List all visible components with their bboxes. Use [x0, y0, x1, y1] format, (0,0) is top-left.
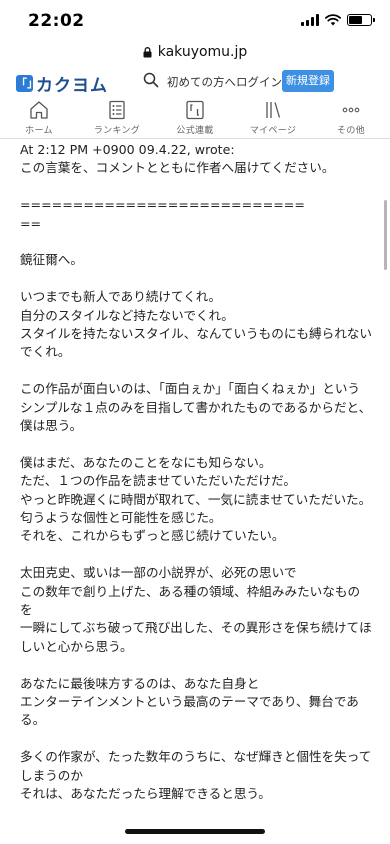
text-line: あなたに最後味方するのは、あなた自身と: [20, 675, 260, 691]
text-line: この作品が面白いのは、「面白ぇか」「面白くねぇか」という: [20, 381, 361, 397]
tab-mypage[interactable]: マイページ: [234, 98, 312, 138]
nav-tabs: ホーム ランキング 公式連載 マイページ その他: [0, 98, 390, 138]
text-line: [20, 178, 372, 196]
text-line: [20, 435, 372, 453]
status-time: 22:02: [28, 11, 85, 31]
text-line: ==: [20, 215, 42, 231]
tab-home-label: ホーム: [25, 126, 53, 136]
text-line: 匂うような個性と可能性を感じた。: [20, 510, 222, 526]
ranking-list-icon: [109, 100, 125, 120]
tab-home[interactable]: ホーム: [0, 98, 78, 138]
text-line: 自分のスタイルなど持たないでくれ。: [20, 307, 234, 323]
text-line: 鏡征爾へ。: [20, 252, 83, 268]
text-line: At 2:12 PM +0900 09.4.22, wrote:: [20, 142, 235, 157]
tab-ranking[interactable]: ランキング: [78, 98, 156, 138]
wifi-icon: [325, 14, 341, 26]
text-line: この言葉を、コメントとともに作者へ届けてください。: [20, 160, 335, 176]
comment-body: At 2:12 PM +0900 09.4.22, wrote: この言葉を、コ…: [20, 141, 372, 804]
cellular-signal-icon: [301, 14, 319, 26]
scrollbar[interactable]: [384, 200, 387, 270]
text-line: [20, 656, 372, 674]
text-line: [20, 730, 372, 748]
text-line: [20, 362, 372, 380]
site-header: 「」 カクヨム 初めての方へ ログイン 新規登録: [0, 66, 390, 98]
bracket-book-icon: [186, 100, 204, 120]
text-line: ただ、１つの作品を読ませていただいただけだ。: [20, 473, 296, 489]
text-line: 僕はまだ、あなたのことをなにも知らない。: [20, 454, 272, 470]
beginners-link[interactable]: 初めての方へ: [167, 74, 236, 90]
home-icon: [30, 101, 48, 119]
address-bar[interactable]: kakuyomu.jp: [0, 40, 390, 64]
text-line: いつまでも新人であり続けてくれ。: [20, 289, 222, 305]
text-line: 一瞬にしてぶち破って飛び出した、その異形さを保ち続けてほしいと心から思う。: [20, 620, 372, 654]
home-indicator[interactable]: [125, 829, 265, 834]
tab-more[interactable]: その他: [312, 98, 390, 138]
tab-official[interactable]: 公式連載: [156, 98, 234, 138]
text-line: それは、あなただったら理解できると思う。: [20, 786, 271, 802]
text-line: [20, 546, 372, 564]
url-text: kakuyomu.jp: [157, 44, 248, 60]
text-line: やっと昨晩遅くに時間が取れて、一気に読ませていただいた。: [20, 491, 372, 507]
status-icons: [301, 14, 375, 26]
text-line: シンプルな１点のみを目指して書かれたものであるからだと、僕は思う。: [20, 399, 372, 434]
text-line: [20, 270, 372, 288]
tab-more-label: その他: [337, 126, 365, 136]
text-line: それを、これからもずっと感じ続けていたい。: [20, 528, 285, 544]
lock-icon: [143, 46, 152, 57]
logo-text: カクヨム: [36, 76, 108, 96]
nav-divider: [0, 138, 390, 139]
text-line: 太田克史、或いは一部の小説界が、必死の思いで: [20, 565, 297, 581]
text-line: スタイルを持たないスタイル、なんていうものにも縛られないでくれ。: [20, 326, 372, 360]
more-dots-icon: [342, 107, 360, 113]
tab-ranking-label: ランキング: [93, 126, 141, 136]
text-line: エンターテインメントという最高のテーマであり、舞台である。: [20, 694, 359, 728]
status-bar: 22:02: [0, 0, 390, 40]
search-icon[interactable]: [143, 72, 159, 88]
tab-mypage-label: マイページ: [249, 126, 297, 136]
tab-official-label: 公式連載: [176, 126, 214, 136]
text-line: [20, 233, 372, 251]
login-link[interactable]: ログイン: [236, 74, 282, 90]
logo-mark: 「」: [16, 75, 38, 92]
mypage-shelf-icon: [266, 102, 281, 118]
kakuyomu-logo[interactable]: 「」 カクヨム: [16, 71, 108, 96]
signup-button[interactable]: 新規登録: [282, 70, 334, 92]
text-line: ===========================: [20, 197, 305, 213]
text-line: 多くの作家が、たった数年のうちに、なぜ輝きと個性を失ってしまうのか: [20, 749, 372, 783]
text-line: この数年で創り上げた、ある種の領域、枠組みみたいなものを: [20, 583, 361, 618]
battery-icon: [347, 14, 375, 26]
